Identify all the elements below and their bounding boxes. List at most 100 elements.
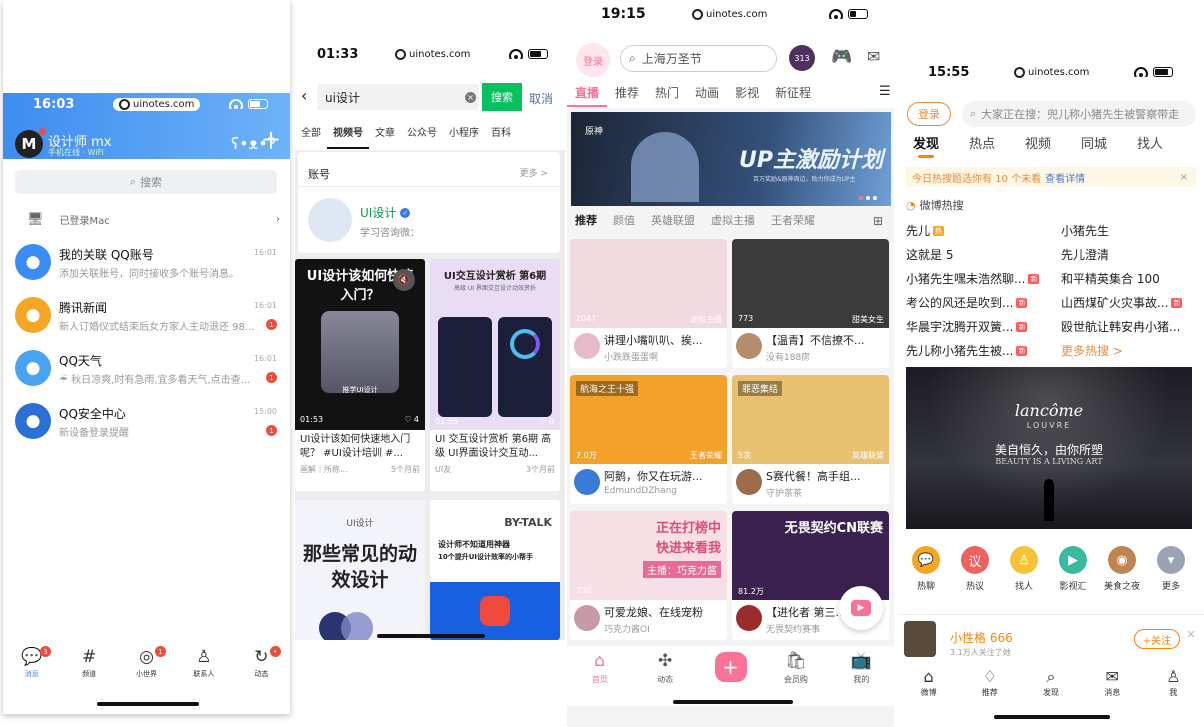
tab-2[interactable]: ◎ 小世界 1 xyxy=(118,646,175,692)
grid-icon[interactable]: ⊞ xyxy=(873,214,883,228)
logged-in-mac-row[interactable]: 🖥 已登录Mac › xyxy=(27,212,280,227)
search-button[interactable]: 搜索 xyxy=(482,83,522,111)
subtab-4[interactable]: 王者荣耀 xyxy=(763,212,823,228)
channel-tab-5[interactable]: 新征程 xyxy=(767,84,819,107)
quick-entry-3[interactable]: ▶ 影视汇 xyxy=(1053,546,1093,592)
tab-2[interactable]: 文章 xyxy=(369,124,401,149)
video-card[interactable]: BY-TALK 设计师不知道用神器 10个提升UI设计效率的小帮手 xyxy=(430,500,560,640)
more-hot-link[interactable]: 更多热搜 > xyxy=(1061,342,1123,359)
channel-tab-0[interactable]: 直播 xyxy=(567,84,608,107)
live-card[interactable]: 773 甜美女生 【温青】不信撩不... 没有188房 xyxy=(732,239,889,368)
hot-search-item[interactable]: 殴世航让韩安冉小猪... xyxy=(1061,318,1180,335)
bottom-tab-1[interactable]: ♢ 推荐 xyxy=(959,668,1020,704)
account-card[interactable]: 账号 更多 > UI设计 ✓ 学习咨询微： xyxy=(298,152,560,253)
hot-search-header[interactable]: ◔ 微博热搜 xyxy=(906,197,964,213)
tab-3[interactable]: 公众号 xyxy=(401,124,443,149)
menu-icon[interactable]: ☰ xyxy=(879,84,891,99)
notice-bar[interactable]: 今日热搜题选你有 10 个未看 查看详情 × xyxy=(906,167,1196,187)
hot-search-item[interactable]: 先儿澄清 xyxy=(1061,246,1109,263)
bottom-tab-0[interactable]: ⌂ 微博 xyxy=(898,668,959,704)
subtab-0[interactable]: 推荐 xyxy=(567,212,605,228)
bottom-tab-2[interactable]: ⌕ 发现 xyxy=(1020,668,1081,704)
search-input[interactable]: ⌕ 搜索 xyxy=(15,170,277,194)
tab-4[interactable]: ↻ 动态 • xyxy=(233,646,290,692)
message-row[interactable]: ● 腾讯新闻 新人订婚仪式结束后女方家人主动退还 98... 16:01 1 xyxy=(15,297,283,343)
follow-button[interactable]: +关注 xyxy=(1134,629,1180,649)
tab-1[interactable]: 视频号 xyxy=(327,124,369,149)
channel-tab-3[interactable]: 动画 xyxy=(687,84,727,107)
tab-2[interactable]: 视频 xyxy=(1010,133,1066,152)
channel-tab-1[interactable]: 推荐 xyxy=(607,84,647,107)
video-card[interactable]: UI交互设计赏析 第6期 高级 UI 界面交互设计动效赏析 01:55 ♡ 0 … xyxy=(430,259,560,491)
subtab-1[interactable]: 颜值 xyxy=(605,212,643,228)
hot-search-item[interactable]: 考公的风还是吹到... 新 xyxy=(906,294,1028,311)
tab-4[interactable]: 找人 xyxy=(1122,133,1178,152)
tab-1[interactable]: 热点 xyxy=(954,133,1010,152)
hot-search-item[interactable]: 和平精英集合 100 xyxy=(1061,270,1160,287)
ad-banner[interactable]: lancôme LOUVRE 美自恒久，由你所塑 BEAUTY IS A LIV… xyxy=(906,367,1192,529)
tab-0[interactable]: 💬 消息 3 xyxy=(3,646,60,692)
hot-search-item[interactable]: 这就是 5 xyxy=(906,246,953,263)
tab-4[interactable]: 小程序 xyxy=(443,124,485,149)
account-name[interactable]: UI设计 xyxy=(360,204,396,221)
channel-tab-2[interactable]: 热门 xyxy=(647,84,687,107)
message-row[interactable]: ● QQ安全中心 新设备登录提醒 15:00 1 xyxy=(15,403,283,449)
live-card[interactable]: 正在打榜中 快进来看我 主播：巧克力酱 730 可爱龙娘、在线宠粉 巧克力酱OI xyxy=(570,511,727,640)
tab-1[interactable]: # 频道 xyxy=(60,648,117,692)
hot-search-item[interactable]: 小猪先生 xyxy=(1061,222,1109,239)
clear-icon[interactable]: × xyxy=(465,92,476,103)
subtab-2[interactable]: 英雄联盟 xyxy=(643,212,703,228)
message-row[interactable]: ● 我的关联 QQ账号 添加关联账号，同时接收多个账号消息。 16:01 xyxy=(15,244,283,290)
mail-icon[interactable]: ✉ xyxy=(867,47,880,66)
more-link[interactable]: 更多 > xyxy=(520,166,548,179)
bottom-tab-0[interactable]: ⌂ 首页 xyxy=(567,646,632,706)
quick-entry-5[interactable]: ▾ 更多 xyxy=(1151,546,1191,592)
video-card[interactable]: UI设计该如何快速入门？ 🔇 推学UI设计 01:53 ♡ 4 UI设计该如何快… xyxy=(295,259,425,491)
notice-link[interactable]: 查看详情 xyxy=(1045,170,1085,185)
tab-0[interactable]: 发现 xyxy=(898,133,954,158)
search-input[interactable]: ui设计 xyxy=(317,84,479,110)
tab-3[interactable]: ♙ 联系人 xyxy=(175,648,232,692)
bottom-tab-2[interactable]: + xyxy=(698,646,763,706)
tab-3[interactable]: 同城 xyxy=(1066,133,1122,152)
hot-search-item[interactable]: 华晨宇沈腾开双簧... 新 xyxy=(906,318,1028,335)
live-card[interactable]: 航海之王十强 7.0万 王者荣耀 阿鹅，你又在玩游... EdmundDZhang xyxy=(570,375,727,504)
bottom-tab-4[interactable]: 📺 我的 xyxy=(829,646,894,706)
message-row[interactable]: ● QQ天气 ☔ 秋日凉爽,时有急雨,宜多看天气,点击查... 16:01 1 xyxy=(15,350,283,396)
banner[interactable]: 原神 UP主激励计划 百万奖励&原神周边，助力你成为UP主 xyxy=(571,112,891,206)
quick-entry-2[interactable]: ♙ 找人 xyxy=(1004,546,1044,592)
live-card[interactable]: 2047 虚拟主播 讲理小嘴叭叭、挨... 小跌跌蛋蛋啊 xyxy=(570,239,727,368)
close-icon[interactable]: × xyxy=(1186,627,1196,641)
mute-icon[interactable]: 🔇 xyxy=(393,269,415,291)
hot-search-item[interactable]: 先儿热 xyxy=(906,222,945,239)
hot-search-item[interactable]: 先儿称小猪先生被... 新 xyxy=(906,342,1028,359)
search-input[interactable]: ⌕ 上海万圣节 xyxy=(620,45,777,72)
quick-entry-0[interactable]: 💬 热聊 xyxy=(906,546,946,592)
bottom-tab-3[interactable]: 🛍 会员购 xyxy=(763,646,828,706)
quick-entry-4[interactable]: ◉ 美食之夜 xyxy=(1102,546,1142,592)
promo-bar[interactable]: 小性格 666 3.1万人关注了她 +关注 × xyxy=(898,614,1204,660)
login-button[interactable]: 登录 xyxy=(907,102,951,126)
close-icon[interactable]: × xyxy=(1180,172,1188,183)
tab-0[interactable]: 全部 xyxy=(295,124,327,149)
plus-icon[interactable]: + xyxy=(261,127,281,151)
tab-5[interactable]: 百科 xyxy=(485,124,517,149)
avatar[interactable]: M xyxy=(15,130,43,158)
quick-entry-1[interactable]: 议热议 xyxy=(955,546,995,592)
gamepad-icon[interactable]: 🎮 xyxy=(831,47,852,67)
subtab-3[interactable]: 虚拟主播 xyxy=(703,212,763,228)
login-button[interactable]: 登录 xyxy=(576,43,610,77)
live-card[interactable]: 罪恶集结 5次 英雄联盟 S赛代餐！高手组... 守护茶茶 xyxy=(732,375,889,504)
game-avatar-icon[interactable]: 313 xyxy=(789,45,815,71)
channel-tab-4[interactable]: 影视 xyxy=(727,84,767,107)
search-input[interactable]: ⌕ 大家正在搜：兜儿称小猪先生被警察带走 xyxy=(962,101,1196,127)
bottom-tab-3[interactable]: ✉ 消息 xyxy=(1082,668,1143,704)
hot-search-item[interactable]: 小猪先生嘿未浩然聊... 新 xyxy=(906,270,1040,287)
cancel-button[interactable]: 取消 xyxy=(529,90,553,107)
publish-video-button[interactable]: ▶ xyxy=(839,586,883,630)
hot-search-item[interactable]: 山西煤矿火灾事故... 新 xyxy=(1061,294,1183,311)
bottom-tab-1[interactable]: ✣ 动态 xyxy=(632,646,697,706)
video-card[interactable]: UI设计 那些常见的动效设计 xyxy=(295,500,425,640)
bottom-tab-4[interactable]: ♙ 我 xyxy=(1143,668,1204,704)
back-icon[interactable]: ‹ xyxy=(301,86,307,105)
